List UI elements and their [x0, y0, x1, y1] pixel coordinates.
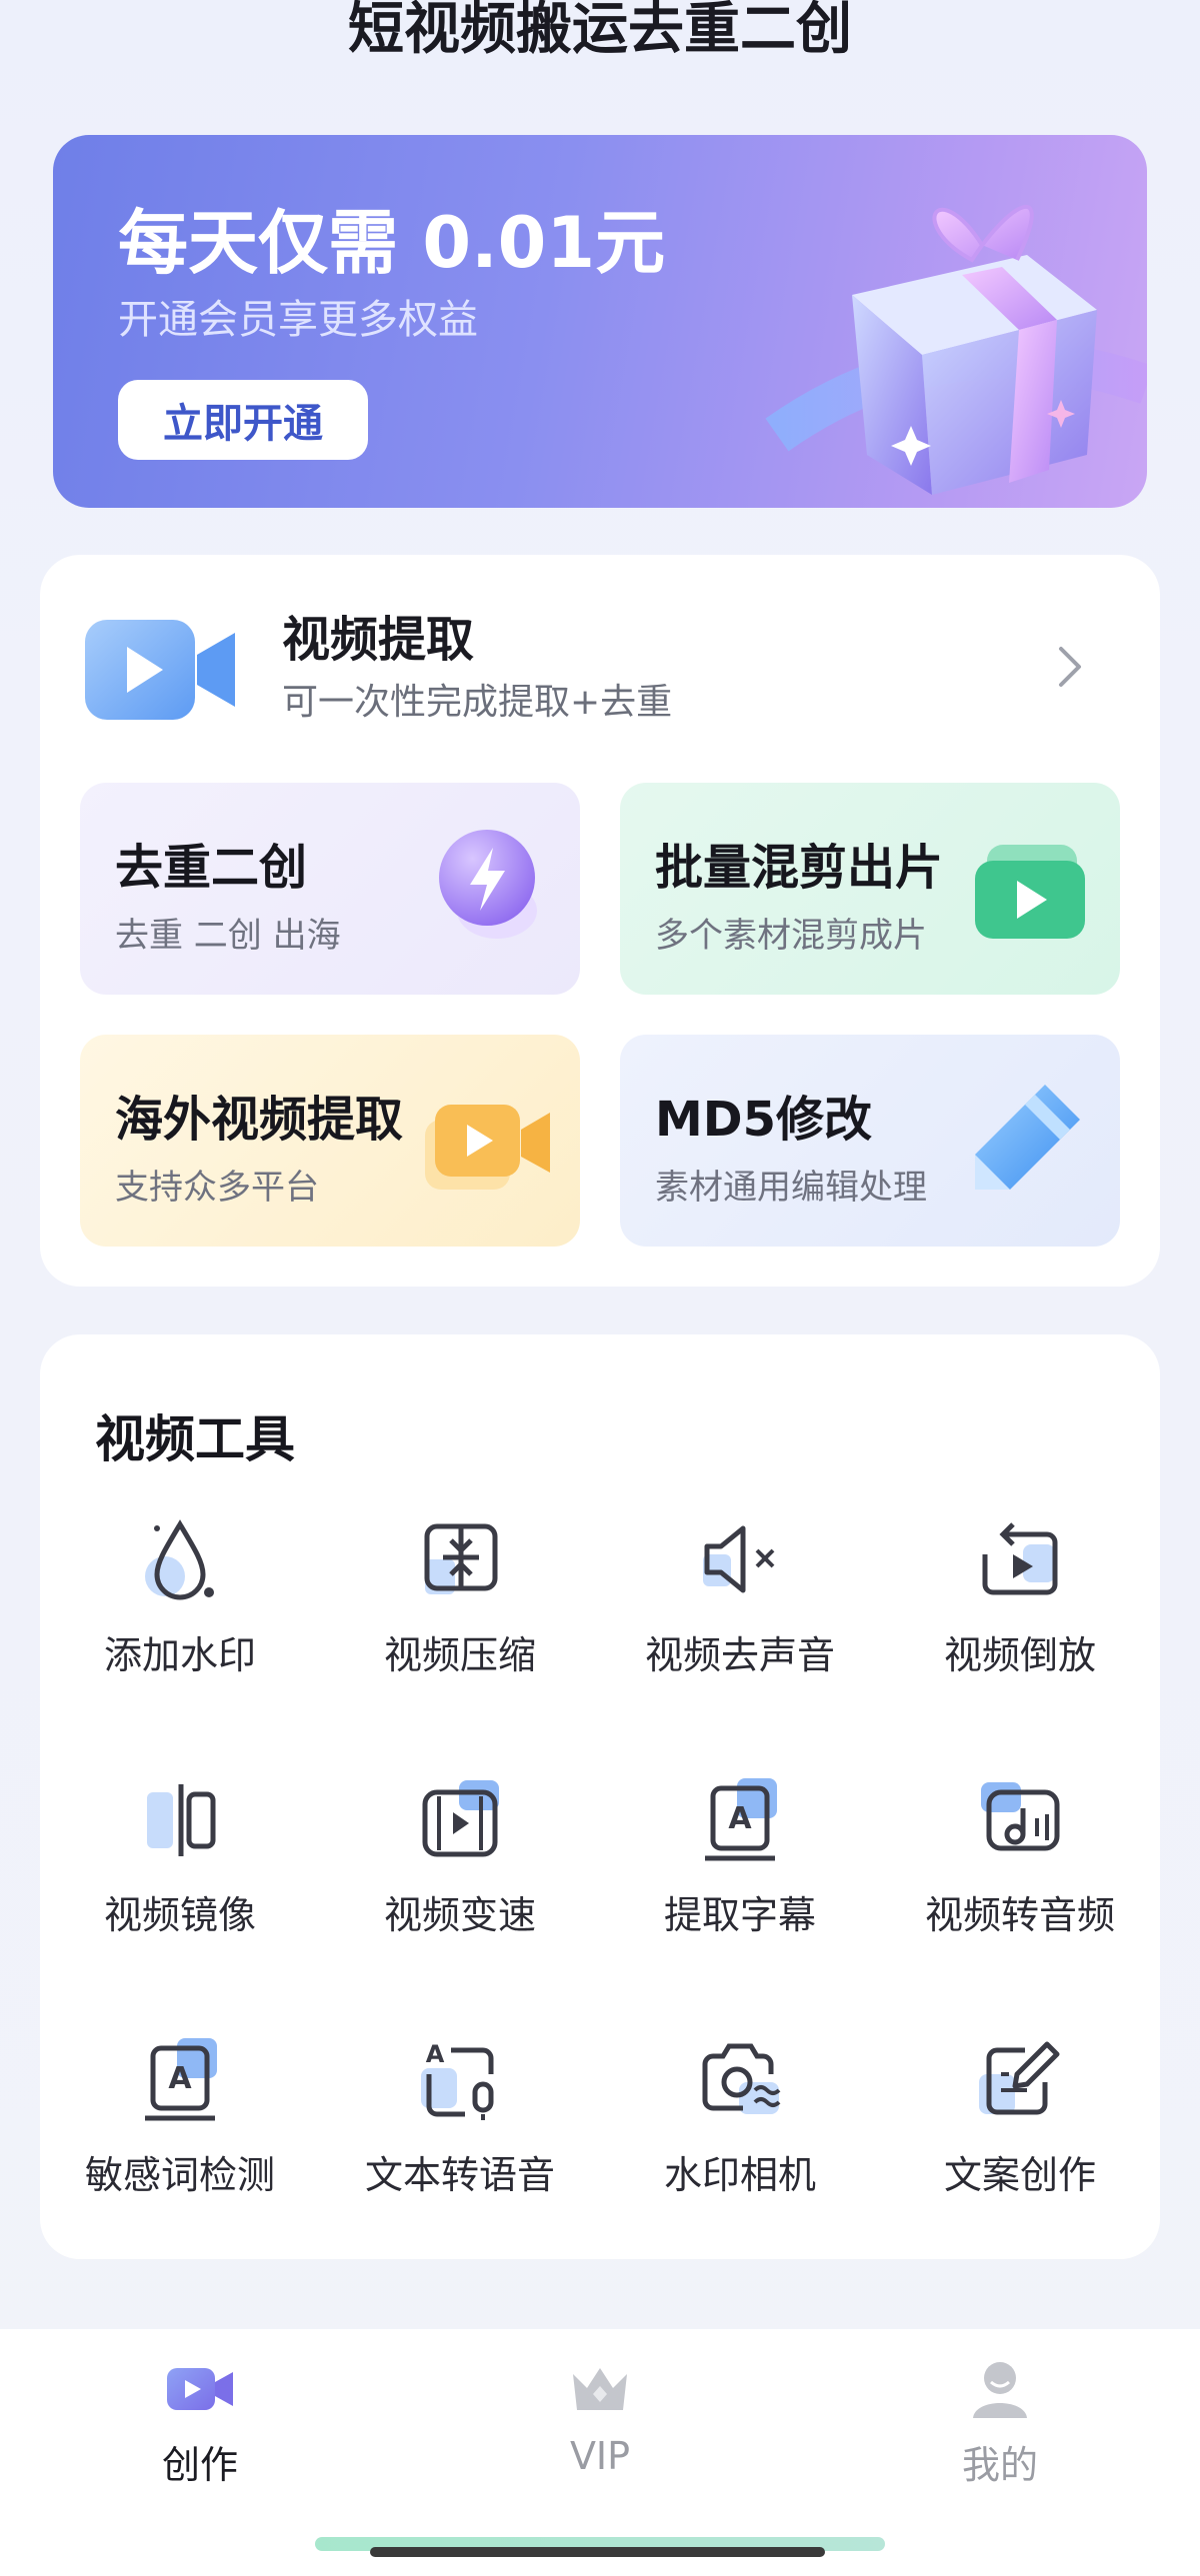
tab-vip[interactable]: VIP [500, 2354, 700, 2494]
page-title: 短视频搬运去重二创 [348, 0, 852, 62]
tool-label: 视频镜像 [103, 1893, 256, 1937]
vip-banner[interactable]: 每天仅需 0.01元 开通会员享更多权益 立即开通 [53, 135, 1147, 508]
tool-copywriting[interactable]: 文案创作 [880, 2034, 1160, 2234]
tool-label: 文案创作 [943, 2153, 1096, 2197]
pen-icon [975, 1085, 1080, 1190]
water-drop-icon [145, 1519, 214, 1600]
tool-text-to-speech[interactable]: A 文本转语音 [320, 2034, 600, 2234]
text-to-speech-icon: A [421, 2040, 494, 2120]
tool-mirror[interactable]: 视频镜像 [40, 1774, 320, 1974]
tool-label: 视频变速 [383, 1893, 536, 1937]
tool-label: 添加水印 [103, 1633, 256, 1677]
tool-to-audio[interactable]: 视频转音频 [880, 1774, 1160, 1974]
tool-label: 水印相机 [663, 2153, 816, 2197]
tool-speed[interactable]: 视频变速 [320, 1774, 600, 1974]
home-indicator-bar[interactable] [370, 2547, 825, 2557]
tool-label: 视频倒放 [943, 1633, 1096, 1677]
tile-title: 去重二创 [115, 840, 308, 896]
tile-md5[interactable]: MD5修改 素材通用编辑处理 [620, 1035, 1120, 1247]
tile-subtitle: 去重 二创 出海 [115, 916, 341, 956]
tile-overseas-extract[interactable]: 海外视频提取 支持众多平台 [80, 1035, 580, 1247]
crown-icon [573, 2368, 627, 2410]
open-membership-button[interactable]: 立即开通 [118, 380, 368, 460]
compress-icon [424, 1523, 498, 1594]
tile-subtitle: 多个素材混剪成片 [655, 916, 927, 956]
tile-subtitle: 支持众多平台 [115, 1168, 319, 1208]
tab-mine[interactable]: 我的 [900, 2354, 1100, 2494]
tool-extract-subtitle[interactable]: A 提取字幕 [600, 1774, 880, 1974]
video-tools-title: 视频工具 [95, 1410, 295, 1468]
subtitle-icon: A [705, 1778, 777, 1861]
tool-label: 视频压缩 [383, 1633, 536, 1677]
text-check-icon: A [145, 2038, 217, 2121]
tile-subtitle: 素材通用编辑处理 [655, 1168, 927, 1208]
banner-title: 每天仅需 0.01元 [118, 202, 666, 284]
film-speed-icon [422, 1780, 499, 1857]
video-tools-card: 视频工具 添加水印 视频压缩 视频去声音 视频倒放 视频镜像 视频变速 A 提取… [40, 1334, 1160, 2259]
gift-box-icon [765, 205, 1147, 495]
tile-batch-mix[interactable]: 批量混剪出片 多个素材混剪成片 [620, 783, 1120, 995]
video-extract-title: 视频提取 [282, 612, 475, 668]
video-camera-icon [85, 620, 235, 720]
reverse-play-icon [982, 1522, 1058, 1595]
tile-dedupe[interactable]: 去重二创 去重 二创 出海 [80, 783, 580, 995]
tab-label: 我的 [961, 2443, 1038, 2487]
svg-text:A: A [426, 2040, 445, 2068]
mirror-icon [147, 1784, 216, 1856]
tool-label: 敏感词检测 [84, 2153, 275, 2197]
video-extract-subtitle: 可一次性完成提取+去重 [282, 682, 673, 723]
tile-title: MD5修改 [655, 1092, 873, 1148]
tab-label: VIP [569, 2434, 631, 2478]
lightning-icon [439, 830, 537, 939]
tool-label: 提取字幕 [663, 1893, 816, 1937]
edit-icon [979, 2041, 1060, 2115]
music-note-icon [981, 1782, 1060, 1851]
svg-text:A: A [728, 1801, 752, 1836]
camera-icon [702, 2043, 781, 2114]
svg-text:A: A [168, 2061, 192, 2096]
video-camera-icon [425, 1105, 550, 1190]
banner-subtitle: 开通会员享更多权益 [118, 297, 478, 343]
tile-title: 海外视频提取 [115, 1092, 404, 1148]
tool-watermark-camera[interactable]: 水印相机 [600, 2034, 880, 2234]
tool-add-watermark[interactable]: 添加水印 [40, 1514, 320, 1714]
tool-label: 文本转语音 [364, 2153, 555, 2197]
tool-compress[interactable]: 视频压缩 [320, 1514, 600, 1714]
play-card-icon [975, 845, 1085, 939]
tile-title: 批量混剪出片 [655, 840, 944, 896]
video-extract-row[interactable]: 视频提取 可一次性完成提取+去重 [40, 555, 1160, 760]
user-icon [973, 2362, 1027, 2418]
chevron-right-icon [1059, 647, 1081, 687]
tool-reverse[interactable]: 视频倒放 [880, 1514, 1160, 1714]
mute-icon [703, 1525, 775, 1593]
tab-create[interactable]: 创作 [100, 2354, 300, 2494]
tool-label: 视频转音频 [924, 1893, 1115, 1937]
tool-label: 视频去声音 [644, 1633, 835, 1677]
video-create-icon [167, 2368, 233, 2410]
tool-mute[interactable]: 视频去声音 [600, 1514, 880, 1714]
feature-card: 视频提取 可一次性完成提取+去重 去重二创 去重 二创 出海 批量混剪出片 多个… [40, 555, 1160, 1287]
tab-label: 创作 [161, 2443, 238, 2487]
tool-sensitive-words[interactable]: A 敏感词检测 [40, 2034, 320, 2234]
